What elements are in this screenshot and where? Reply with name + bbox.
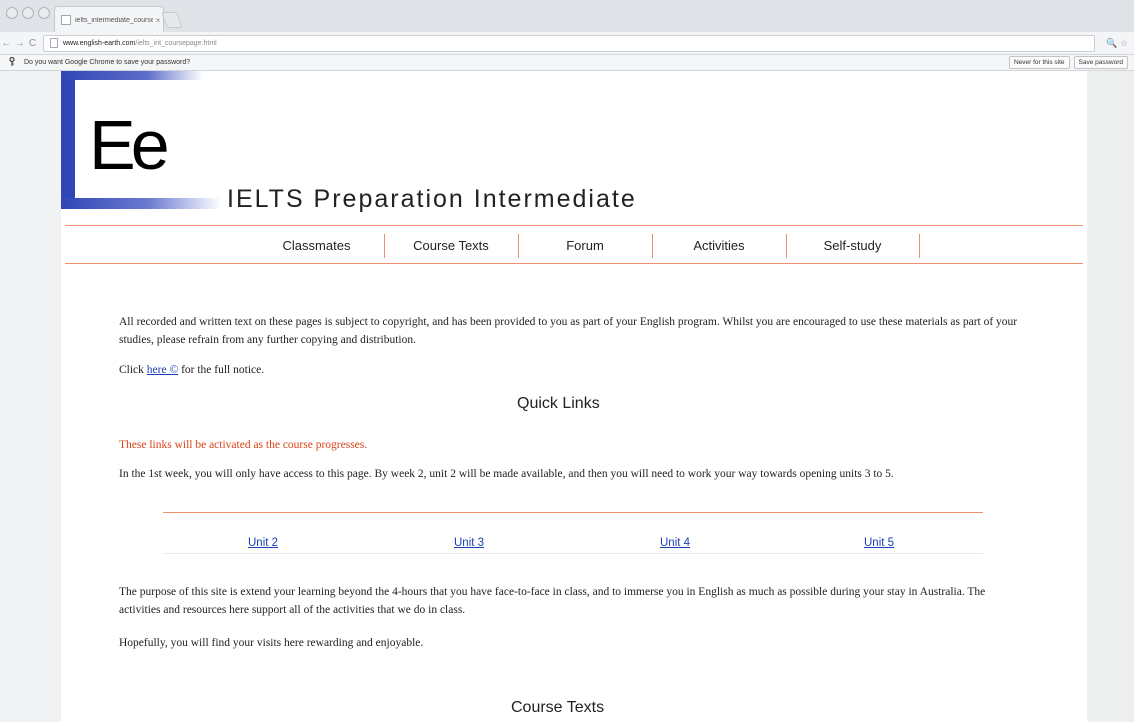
browser-tab-strip: ielts_intermediate_course... ×: [0, 0, 1134, 33]
main-nav: Classmates Course Texts Forum Activities…: [65, 225, 1083, 264]
back-arrow-icon[interactable]: ←: [0, 38, 13, 49]
nav-item-classmates[interactable]: Classmates: [249, 234, 385, 258]
click-suffix: for the full notice.: [181, 364, 265, 376]
activation-note: These links will be activated as the cou…: [119, 439, 368, 451]
url-path: /ielts_int_coursepage.html: [135, 39, 217, 47]
save-password-message: Do you want Google Chrome to save your p…: [24, 59, 191, 66]
reload-icon[interactable]: C: [26, 38, 39, 49]
copyright-notice: All recorded and written text on these p…: [119, 316, 1018, 346]
nav-item-forum[interactable]: Forum: [518, 234, 653, 258]
tab-title: ielts_intermediate_course...: [75, 16, 153, 24]
address-bar[interactable]: www.english-earth.com /ielts_int_coursep…: [43, 34, 1095, 52]
quick-links-heading: Quick Links: [517, 395, 600, 412]
new-tab-button[interactable]: [161, 12, 183, 28]
url-host: www.english-earth.com: [63, 39, 136, 47]
full-notice-link[interactable]: here ©: [147, 364, 178, 376]
course-page: Ee IELTS Preparation Intermediate Classm…: [61, 71, 1087, 722]
browser-tab[interactable]: ielts_intermediate_course... ×: [54, 6, 164, 33]
unit-5-link[interactable]: Unit 5: [864, 537, 894, 549]
nav-item-activities[interactable]: Activities: [652, 234, 787, 258]
key-icon: [8, 56, 18, 68]
logo-bar: [61, 71, 75, 209]
click-prefix: Click: [119, 364, 144, 376]
page-icon: [61, 15, 71, 25]
nav-item-course-texts[interactable]: Course Texts: [384, 234, 519, 258]
full-notice-line: Click here © for the full notice.: [119, 361, 264, 379]
closing-text: Hopefully, you will find your visits her…: [119, 637, 424, 649]
save-password-infobar: Do you want Google Chrome to save your p…: [0, 55, 1134, 71]
minimize-window-button[interactable]: [22, 7, 34, 19]
zoom-window-button[interactable]: [38, 7, 50, 19]
units-divider-top: [163, 512, 983, 513]
week-info: In the 1st week, you will only have acce…: [119, 468, 894, 480]
scrollbar[interactable]: [1088, 71, 1134, 722]
page-icon: [50, 38, 58, 48]
tab-close-icon[interactable]: ×: [153, 16, 163, 25]
zoom-and-bookmark-icons[interactable]: 🔍 ☆: [1106, 38, 1128, 49]
logo-top-bar: [61, 71, 203, 80]
logo-text: Ee: [89, 106, 170, 184]
close-window-button[interactable]: [6, 7, 18, 19]
purpose-text: The purpose of this site is extend your …: [119, 586, 986, 616]
unit-3-link[interactable]: Unit 3: [454, 537, 484, 549]
unit-4-link[interactable]: Unit 4: [660, 537, 690, 549]
browser-toolbar: ← → C www.english-earth.com /ielts_int_c…: [0, 32, 1134, 55]
site-logo: Ee: [61, 71, 221, 209]
units-divider-bottom: [163, 553, 983, 554]
page-title: IELTS Preparation Intermediate: [227, 185, 637, 213]
course-texts-heading: Course Texts: [511, 699, 605, 716]
logo-bottom-bar: [61, 198, 221, 209]
window-controls: [6, 7, 50, 19]
nav-item-self-study[interactable]: Self-study: [786, 234, 920, 258]
unit-2-link[interactable]: Unit 2: [248, 537, 278, 549]
save-password-button[interactable]: Save password: [1073, 56, 1128, 69]
never-for-this-site-button[interactable]: Never for this site: [1008, 56, 1070, 69]
forward-arrow-icon[interactable]: →: [13, 38, 26, 49]
